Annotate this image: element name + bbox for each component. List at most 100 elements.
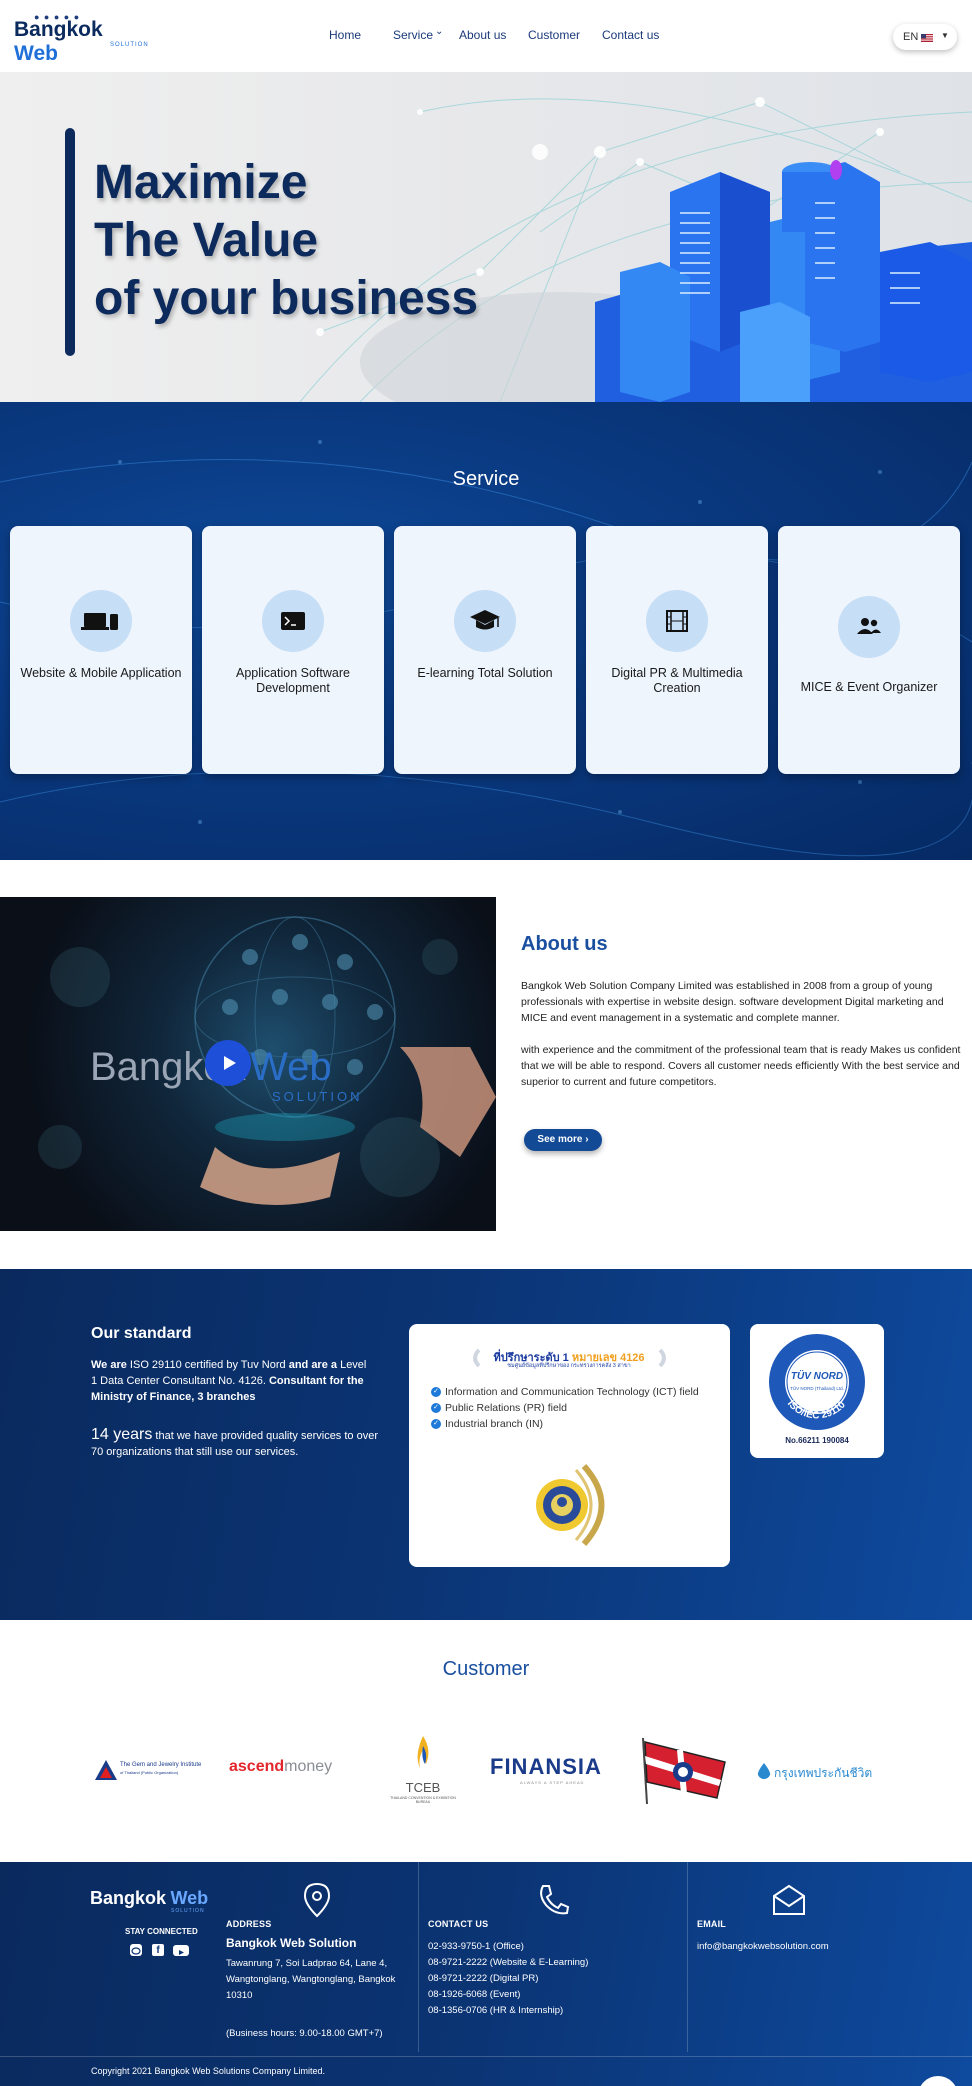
footer-divider: [418, 1862, 419, 2052]
tuv-badge-title: TÜV NORD: [791, 1369, 843, 1382]
cert-item-text: Information and Communication Technology…: [445, 1386, 699, 1398]
tuv-badge-subtitle: TÜV NORD (Thailand) Ltd.: [790, 1385, 844, 1391]
nav-contact-us[interactable]: Contact us: [602, 28, 659, 42]
cert-list-item: ✓ Public Relations (PR) field: [431, 1400, 719, 1416]
customer-title: Customer: [442, 1658, 530, 1680]
cert-item-text: Industrial branch (IN): [445, 1418, 544, 1430]
flag-logo-icon: [642, 1737, 726, 1805]
service-card-label: E-learning Total Solution: [417, 666, 553, 680]
standard-section: Our standard We are ISO 29110 certified …: [0, 1269, 972, 1620]
devices-icon: [70, 590, 132, 652]
see-more-label: See more: [537, 1134, 583, 1145]
nav-service[interactable]: Service: [393, 28, 433, 42]
email-link[interactable]: info@bangkokwebsolution.com: [697, 1939, 829, 1955]
language-label: EN: [903, 31, 919, 43]
video-logo-solution: SOLUTION: [272, 1089, 363, 1104]
standard-paragraph-2: 14 years that we have provided quality s…: [91, 1427, 381, 1460]
hero-banner: Maximize The Value of your business: [0, 72, 972, 402]
contact-phone[interactable]: 08-1926-6068 (Event): [428, 1987, 588, 2003]
service-card-label: Digital PR & Multimedia Creation: [611, 666, 743, 695]
about-title: About us: [521, 933, 608, 955]
footer-logo-solution: SOLUTION: [171, 1908, 205, 1914]
customer-logo-ascend[interactable]: ascendmoney: [229, 1736, 349, 1806]
about-video[interactable]: Bangkok Web SOLUTION: [0, 897, 496, 1231]
service-card-software[interactable]: Application Software Development: [202, 526, 384, 774]
service-card-label: Application Software Development: [236, 666, 350, 695]
about-paragraph-1: Bangkok Web Solution Company Limited was…: [521, 980, 944, 1024]
cert-subheading: ชมศูนย์ข้อมูลที่ปรึกษาของ กระทรวงการคลัง…: [507, 1363, 631, 1369]
nav-home[interactable]: Home: [329, 28, 361, 42]
service-title: Service: [452, 468, 520, 490]
facebook-icon[interactable]: f: [152, 1944, 164, 1956]
contact-phone[interactable]: 08-9721-2222 (Website & E-Learning): [428, 1955, 588, 1971]
customer-logo-flag[interactable]: [637, 1736, 729, 1806]
contact-phone[interactable]: 08-1356-0706 (HR & Internship): [428, 2003, 588, 2019]
tuv-certificate-number: No.66211 190084: [785, 1436, 849, 1445]
customer-logo-finansia-sub: ALWAYS A STEP AHEAD: [520, 1780, 585, 1785]
cert-list-item: ✓ Industrial branch (IN): [431, 1416, 719, 1432]
customer-logo-ascend-name2: money: [284, 1758, 333, 1775]
email-label: EMAIL: [697, 1919, 726, 1929]
site-header: ● ● ● ● ● Bangkok Web SOLUTION Home Serv…: [0, 0, 972, 72]
chevron-down-icon[interactable]: ⌄: [435, 26, 443, 37]
see-more-button[interactable]: See more ›: [524, 1129, 602, 1151]
check-icon: ✓: [431, 1419, 441, 1429]
language-selector[interactable]: EN ▼: [893, 24, 957, 50]
customer-logo-git-sub: of Thailand (Public Organization): [120, 1770, 179, 1775]
ministry-emblem-icon: [536, 1463, 605, 1547]
youtube-icon[interactable]: [173, 1945, 189, 1956]
hero-line-2: The Value: [94, 214, 319, 267]
service-card-elearning[interactable]: E-learning Total Solution: [394, 526, 576, 774]
water-drop-icon: [757, 1763, 771, 1779]
hero-line-1: Maximize: [94, 156, 308, 209]
git-triangle-icon: [95, 1760, 117, 1780]
chevron-right-icon: ›: [585, 1134, 589, 1145]
address-text: Tawanrung 7, Soi Ladprao 64, Lane 4, Wan…: [226, 1956, 395, 2004]
footer-bottom-line: [0, 2056, 972, 2057]
users-icon: [838, 596, 900, 658]
hero-accent-bar: [65, 128, 75, 356]
standard-text: We are: [91, 1359, 127, 1371]
check-icon: ✓: [431, 1387, 441, 1397]
ministry-certificate-card: ที่ปรึกษาระดับ 1 หมายเลข 4126 ชมศูนย์ข้อ…: [409, 1324, 730, 1567]
address-line: 10310: [226, 1990, 253, 2001]
standard-title: Our standard: [91, 1325, 192, 1342]
service-card-label: MICE & Event Organizer: [800, 680, 938, 694]
customer-logo-git[interactable]: The Gem and Jewelry Institute of Thailan…: [94, 1736, 220, 1806]
service-card-website-mobile[interactable]: Website & Mobile Application: [10, 526, 192, 774]
stay-connected-label: STAY CONNECTED: [125, 1927, 198, 1936]
envelope-icon: [773, 1884, 805, 1915]
footer-logo-bangkok: Bangkok: [90, 1888, 167, 1908]
service-card-mice[interactable]: MICE & Event Organizer: [778, 526, 960, 774]
contact-list: 02-933-9750-1 (Office) 08-9721-2222 (Web…: [428, 1939, 588, 2019]
main-nav: Home Service ⌄ About us Customer Contact…: [0, 26, 972, 48]
cert-list-item: ✓ Information and Communication Technolog…: [431, 1384, 719, 1400]
customer-logo-finansia[interactable]: FINANSIA ALWAYS A STEP AHEAD: [490, 1736, 616, 1806]
cert-list: ✓ Information and Communication Technolog…: [431, 1384, 719, 1432]
customer-logo-tceb[interactable]: TCEB THAILAND CONVENTION & EXHIBITION BU…: [388, 1736, 458, 1806]
video-logo-web: Web: [250, 1045, 332, 1089]
standard-text: and are a: [288, 1359, 338, 1371]
tuv-iso-badge-icon: TÜV NORD TÜV NORD (Thailand) Ltd. ISO/IE…: [769, 1334, 865, 1430]
standard-text: ISO 29110 certified by Tuv Nord: [126, 1359, 289, 1371]
play-button[interactable]: [205, 1040, 251, 1086]
nav-about-us[interactable]: About us: [459, 28, 506, 42]
customer-logo-finansia-name: FINANSIA: [490, 1754, 602, 1779]
terminal-icon: [262, 590, 324, 652]
line-icon[interactable]: [130, 1944, 142, 1956]
nav-customer[interactable]: Customer: [528, 28, 580, 42]
customer-logo-tceb-sub: THAILAND CONVENTION & EXHIBITION BUREAU: [390, 1796, 456, 1804]
service-card-digital-pr[interactable]: Digital PR & Multimedia Creation: [586, 526, 768, 774]
map-pin-icon: [303, 1882, 331, 1918]
contact-phone[interactable]: 02-933-9750-1 (Office): [428, 1939, 588, 1955]
scroll-top-button[interactable]: [918, 2076, 958, 2086]
footer-logo[interactable]: Bangkok Web: [90, 1888, 208, 1909]
business-hours: (Business hours: 9.00-18.00 GMT+7): [226, 2028, 383, 2039]
copyright-text: Copyright 2021 Bangkok Web Solutions Com…: [91, 2066, 325, 2076]
address-line: Wangtonglang, Wangtonglang, Bangkok: [226, 1974, 396, 1985]
site-footer: Bangkok Web SOLUTION STAY CONNECTED f AD…: [0, 1862, 972, 2086]
contact-phone[interactable]: 08-9721-2222 (Digital PR): [428, 1971, 588, 1987]
customer-logo-bangkok-life[interactable]: กรุงเทพประกันชีวิต: [756, 1736, 878, 1806]
tceb-flame-icon: [417, 1736, 429, 1768]
service-section: Service Website & Mobile Application App…: [0, 402, 972, 860]
